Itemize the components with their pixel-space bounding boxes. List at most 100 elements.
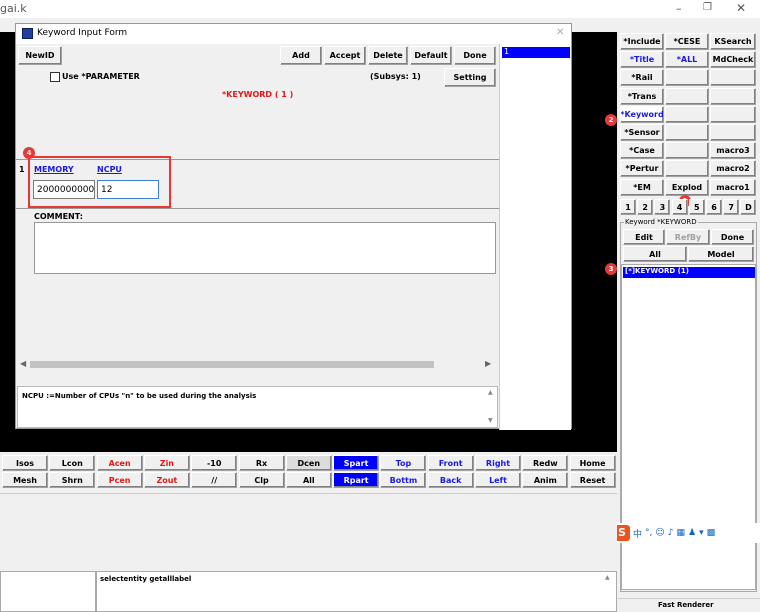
- view-button-right[interactable]: Right: [475, 455, 521, 471]
- keyword-button-rail[interactable]: *Rail: [620, 69, 664, 87]
- page-tab-d[interactable]: D: [740, 199, 757, 215]
- view-button-acen[interactable]: Acen: [96, 455, 143, 471]
- view-button-zout[interactable]: Zout: [143, 472, 190, 488]
- view-button-10[interactable]: -10: [191, 455, 238, 471]
- keyword-button-trans[interactable]: *Trans: [620, 87, 664, 105]
- ime-chinese-icon[interactable]: 中: [633, 527, 642, 540]
- command-scroll-up-icon[interactable]: ▲: [605, 574, 610, 581]
- delete-button[interactable]: Delete: [368, 46, 408, 65]
- view-button-reset[interactable]: Reset: [569, 472, 616, 488]
- use-parameter-checkbox[interactable]: [50, 72, 60, 82]
- ime-emoji-icon[interactable]: ☺: [655, 528, 664, 538]
- keyword-id-list[interactable]: 1: [499, 44, 571, 430]
- page-tab-5[interactable]: 5: [688, 199, 705, 215]
- minimize-icon[interactable]: –: [676, 2, 682, 15]
- keyword-button-sensor[interactable]: *Sensor: [620, 124, 664, 141]
- scroll-left-icon[interactable]: ◀: [20, 359, 26, 368]
- add-button[interactable]: Add: [280, 46, 322, 65]
- empty-slot[interactable]: [665, 160, 709, 178]
- empty-slot[interactable]: [710, 69, 756, 87]
- keyword-button-pertur[interactable]: *Pertur: [620, 160, 664, 178]
- page-tab-2[interactable]: 2: [637, 199, 654, 215]
- newid-button[interactable]: NewID: [18, 46, 62, 65]
- empty-slot[interactable]: [665, 87, 709, 105]
- view-button-rpart[interactable]: Rpart: [333, 472, 380, 488]
- keyword-button-case[interactable]: *Case: [620, 142, 664, 160]
- highlight-box: [28, 156, 171, 208]
- page-tab-1[interactable]: 1: [620, 199, 636, 215]
- accept-button[interactable]: Accept: [324, 46, 366, 65]
- close-icon[interactable]: ✕: [736, 1, 746, 15]
- view-button-left[interactable]: Left: [475, 472, 521, 488]
- view-button-all[interactable]: All: [285, 472, 332, 488]
- edit-button[interactable]: Edit: [623, 229, 665, 245]
- done-button[interactable]: Done: [454, 46, 496, 65]
- view-button-isos[interactable]: Isos: [2, 455, 48, 471]
- ime-punct-icon[interactable]: °,: [645, 528, 652, 538]
- view-button-pcen[interactable]: Pcen: [96, 472, 143, 488]
- view-button-zin[interactable]: Zin: [143, 455, 190, 471]
- view-button-home[interactable]: Home: [569, 455, 616, 471]
- keyword-button-cese[interactable]: *CESE: [665, 33, 709, 50]
- view-button-rx[interactable]: Rx: [238, 455, 285, 471]
- command-output: selectentity getalllabel ▲: [96, 571, 617, 612]
- view-button-front[interactable]: Front: [427, 455, 474, 471]
- page-tab-4[interactable]: 4: [671, 199, 688, 215]
- view-button-redw[interactable]: Redw: [522, 455, 569, 471]
- default-button[interactable]: Default: [410, 46, 452, 65]
- view-button-spart[interactable]: Spart: [333, 455, 380, 471]
- empty-slot[interactable]: [665, 69, 709, 87]
- ime-grid-icon[interactable]: ▩: [707, 528, 716, 538]
- view-button-lcon[interactable]: Lcon: [49, 455, 96, 471]
- view-button-mesh[interactable]: Mesh: [2, 472, 48, 488]
- keyword-button-keyword[interactable]: *Keyword: [620, 105, 664, 123]
- help-scroll-up-icon[interactable]: ▲: [488, 389, 493, 396]
- view-button-[interactable]: //: [191, 472, 238, 488]
- empty-slot[interactable]: [665, 142, 709, 160]
- done-button[interactable]: Done: [711, 229, 754, 245]
- list-item[interactable]: 1: [502, 47, 570, 58]
- ime-mic-icon[interactable]: ♪: [668, 528, 674, 538]
- empty-slot[interactable]: [665, 124, 709, 141]
- view-button-bottm[interactable]: Bottm: [380, 472, 427, 488]
- view-button-dcen[interactable]: Dcen: [285, 455, 332, 471]
- view-button-top[interactable]: Top: [380, 455, 427, 471]
- all-button[interactable]: All: [623, 246, 687, 262]
- dialog-close-icon[interactable]: ✕: [556, 27, 564, 38]
- page-tab-7[interactable]: 7: [723, 199, 740, 215]
- scroll-thumb[interactable]: [30, 361, 434, 368]
- keyword-button-include[interactable]: *Include: [620, 33, 664, 50]
- keyword-button-em[interactable]: *EM: [620, 178, 664, 196]
- help-scroll-down-icon[interactable]: ▼: [488, 417, 493, 424]
- keyword-button-ksearch[interactable]: KSearch: [710, 33, 756, 50]
- keyword-button-explod[interactable]: Explod: [665, 178, 709, 196]
- comment-textarea[interactable]: [34, 222, 496, 274]
- scroll-right-icon[interactable]: ▶: [485, 359, 491, 368]
- keyword-button-macro1[interactable]: macro1: [710, 178, 756, 196]
- app-title: gai.k: [0, 2, 27, 15]
- ime-keyboard-icon[interactable]: ▦: [677, 528, 686, 538]
- view-button-back[interactable]: Back: [427, 472, 474, 488]
- ime-user-icon[interactable]: ♟: [688, 528, 696, 538]
- list-item[interactable]: [*]KEYWORD (1): [623, 267, 755, 278]
- empty-slot[interactable]: [710, 87, 756, 105]
- page-tab-3[interactable]: 3: [654, 199, 671, 215]
- view-button-clp[interactable]: Clp: [238, 472, 285, 488]
- maximize-icon[interactable]: ❐: [703, 2, 712, 13]
- model-button[interactable]: Model: [688, 246, 754, 262]
- page-tab-6[interactable]: 6: [706, 199, 722, 215]
- view-button-anim[interactable]: Anim: [522, 472, 569, 488]
- keyword-button-macro2[interactable]: macro2: [710, 160, 756, 178]
- keyword-button-title[interactable]: *Title: [620, 51, 664, 69]
- keyword-button-all[interactable]: *ALL: [665, 51, 709, 69]
- empty-slot[interactable]: [710, 105, 756, 123]
- keyword-button-mdcheck[interactable]: MdCheck: [710, 51, 756, 69]
- setting-button[interactable]: Setting: [444, 68, 496, 87]
- keyword-button-macro3[interactable]: macro3: [710, 142, 756, 160]
- view-button-shrn[interactable]: Shrn: [49, 472, 96, 488]
- ime-shirt-icon[interactable]: ▾: [699, 528, 704, 538]
- empty-slot[interactable]: [710, 124, 756, 141]
- empty-slot[interactable]: [665, 105, 709, 123]
- refby-button[interactable]: RefBy: [666, 229, 710, 245]
- horizontal-scrollbar[interactable]: ◀ ▶: [18, 358, 496, 371]
